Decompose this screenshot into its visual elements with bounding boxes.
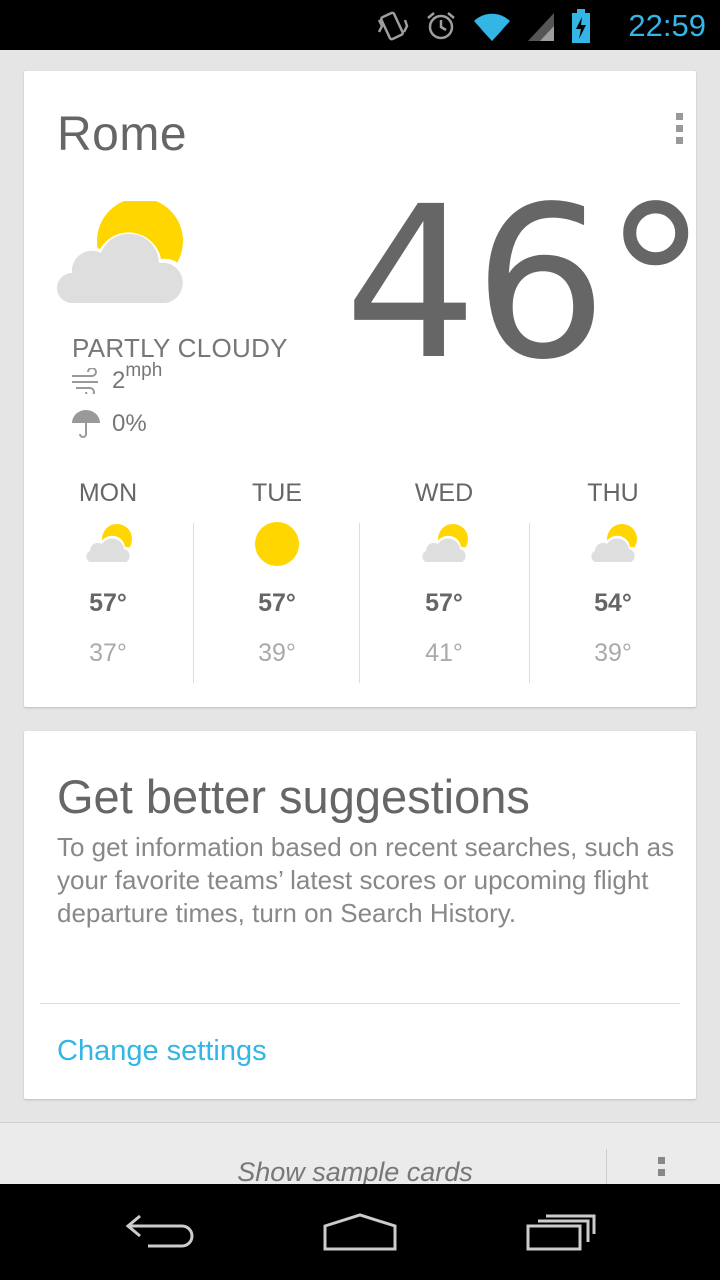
battery-charging-icon bbox=[572, 9, 590, 43]
forecast-day: THU 54° 39° bbox=[529, 471, 697, 691]
status-bar: 22:59 bbox=[0, 0, 720, 50]
forecast-low: 41° bbox=[425, 639, 463, 667]
forecast-low: 39° bbox=[258, 639, 296, 667]
recent-apps-icon bbox=[526, 1214, 596, 1251]
forecast-high: 57° bbox=[425, 589, 463, 617]
forecast-low: 37° bbox=[89, 639, 127, 667]
current-temperature: 46° bbox=[344, 161, 708, 406]
forecast-day-name: MON bbox=[78, 479, 138, 507]
status-icons bbox=[376, 6, 592, 46]
signal-icon bbox=[528, 13, 554, 41]
precipitation-chance: 0% bbox=[112, 410, 147, 437]
forecast-day: WED 57° 41° bbox=[360, 471, 528, 691]
partly-cloudy-icon bbox=[24, 521, 192, 573]
forecast-day: TUE 57° 39° bbox=[193, 471, 361, 691]
status-clock: 22:59 bbox=[628, 8, 706, 43]
home-button[interactable] bbox=[310, 1204, 410, 1260]
recent-apps-button[interactable] bbox=[510, 1204, 610, 1260]
forecast-row: MON 57° 37° TUE 57° 39° WED 57° 41° THU … bbox=[24, 471, 696, 691]
wind-speed: 2 bbox=[112, 367, 126, 394]
suggestions-title: Get better suggestions bbox=[57, 770, 530, 823]
sunny-icon bbox=[193, 521, 361, 573]
forecast-high: 54° bbox=[594, 589, 632, 617]
forecast-high: 57° bbox=[89, 589, 127, 617]
card-divider bbox=[40, 1003, 680, 1004]
precipitation-row: 0% bbox=[70, 409, 147, 439]
partly-cloudy-icon bbox=[53, 198, 194, 326]
forecast-day-name: WED bbox=[414, 479, 474, 507]
change-settings-link[interactable]: Change settings bbox=[57, 1035, 267, 1068]
home-icon bbox=[323, 1213, 397, 1251]
umbrella-icon bbox=[72, 410, 100, 438]
alarm-icon bbox=[427, 12, 455, 40]
forecast-low: 39° bbox=[594, 639, 632, 667]
forecast-day: MON 57° 37° bbox=[24, 471, 192, 691]
navigation-bar bbox=[0, 1184, 720, 1280]
back-button[interactable] bbox=[110, 1204, 210, 1260]
back-icon bbox=[125, 1214, 194, 1248]
forecast-day-name: THU bbox=[587, 479, 639, 507]
weather-card[interactable]: Rome 46° PARTLY CLOUDY 2 mph 0% MON 57° … bbox=[24, 71, 708, 707]
partly-cloudy-icon bbox=[360, 521, 528, 573]
city-name: Rome bbox=[57, 108, 188, 161]
vibrate-icon bbox=[377, 11, 409, 41]
bottom-action-bar: Show sample cards bbox=[0, 1122, 720, 1189]
wifi-icon bbox=[474, 13, 510, 42]
wind-unit: mph bbox=[125, 360, 163, 381]
overflow-menu-icon[interactable] bbox=[674, 113, 684, 147]
suggestions-body: To get information based on recent searc… bbox=[57, 832, 675, 928]
wind-row: 2 mph bbox=[70, 360, 162, 395]
bar-divider bbox=[606, 1149, 607, 1189]
condition-label: PARTLY CLOUDY bbox=[72, 333, 288, 363]
forecast-day-name: TUE bbox=[252, 479, 302, 507]
suggestions-card: Get better suggestions To get informatio… bbox=[24, 731, 696, 1099]
forecast-high: 57° bbox=[258, 589, 296, 617]
wind-icon bbox=[72, 368, 98, 394]
overflow-menu-icon[interactable] bbox=[658, 1157, 668, 1181]
partly-cloudy-icon bbox=[529, 521, 697, 573]
